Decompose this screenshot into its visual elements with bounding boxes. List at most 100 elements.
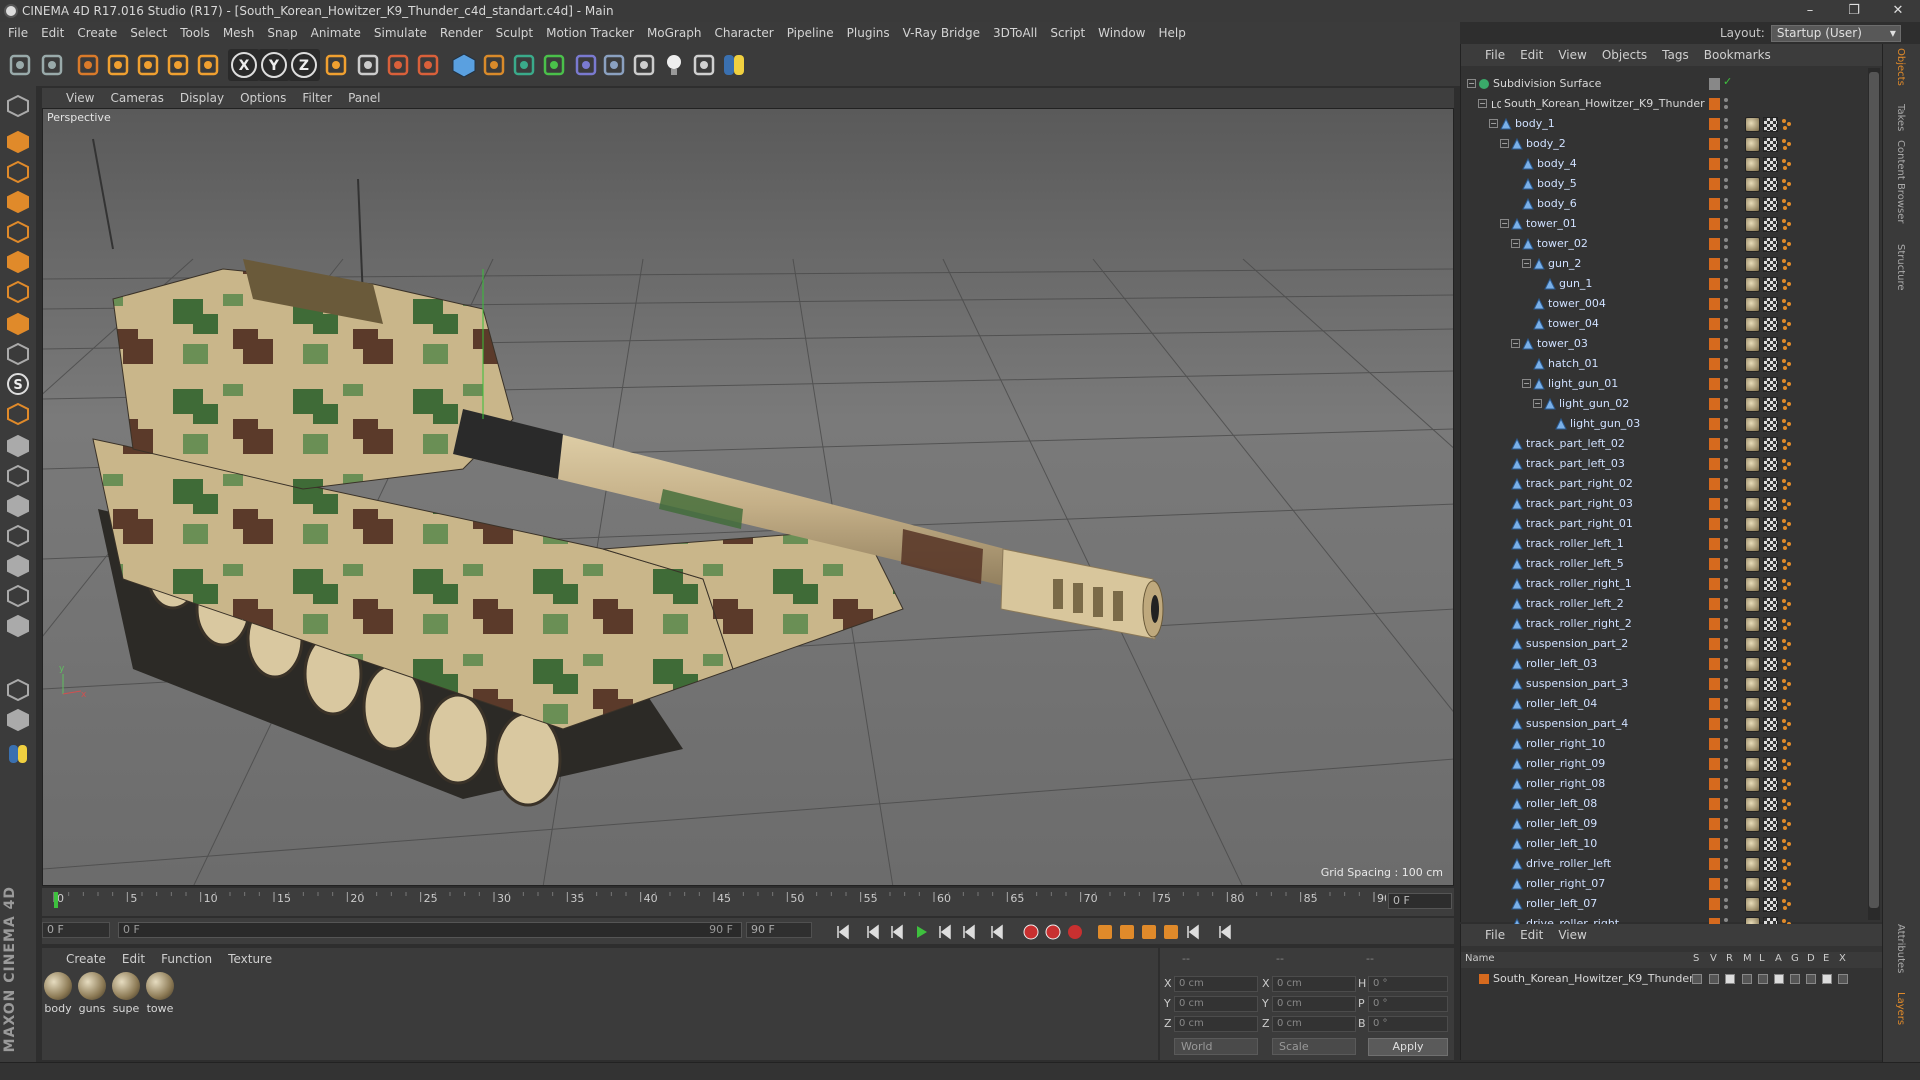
spline-icon[interactable] [2,580,34,612]
object-name[interactable]: track_part_right_02 [1526,477,1633,490]
object-row[interactable]: track_roller_left_2 [1461,594,1883,614]
phong-tag-icon[interactable] [1781,758,1793,770]
side-tab-layers[interactable]: Layers [1895,992,1906,1025]
visibility-dots-icon[interactable] [1723,237,1729,251]
phong-tag-icon[interactable] [1781,598,1793,610]
object-name[interactable]: track_part_right_01 [1526,517,1633,530]
cloner-icon[interactable] [538,49,570,81]
layer-column-v[interactable]: V [1710,953,1717,964]
previous-frame-icon[interactable] [886,921,908,943]
collapse-toggle-icon[interactable]: − [1500,139,1509,148]
coordinate-mode-select[interactable]: World [1174,1038,1258,1055]
object-row[interactable]: track_part_right_03 [1461,494,1883,514]
texture-tag-icon[interactable] [1745,337,1760,352]
phong-tag-icon[interactable] [1781,358,1793,370]
menu-3dtoall[interactable]: 3DToAll [993,26,1037,40]
texture-tag-icon[interactable] [1745,557,1760,572]
phong-tag-icon[interactable] [1781,518,1793,530]
phong-tag-icon[interactable] [1781,878,1793,890]
apply-button[interactable]: Apply [1368,1038,1448,1056]
object-row[interactable]: track_roller_right_2 [1461,614,1883,634]
layer-column-g[interactable]: G [1791,953,1799,964]
end-frame-field[interactable]: 90 F [746,922,812,938]
layer-color-swatch[interactable] [1479,974,1489,984]
uvw-tag-icon[interactable] [1763,597,1778,612]
layer-color-swatch[interactable] [1709,198,1720,210]
uvw-tag-icon[interactable] [1763,777,1778,792]
uvw-tag-icon[interactable] [1763,837,1778,852]
object-name[interactable]: gun_1 [1559,277,1592,290]
visibility-dots-icon[interactable] [1723,277,1729,291]
make-editable-icon[interactable] [2,90,34,122]
rotate-icon[interactable] [162,49,194,81]
texture-tag-icon[interactable] [1745,597,1760,612]
collapse-toggle-icon[interactable]: − [1467,79,1476,88]
z-axis-icon[interactable]: Z [288,49,320,81]
texture-tag-icon[interactable] [1745,497,1760,512]
phong-tag-icon[interactable] [1781,538,1793,550]
object-name[interactable]: suspension_part_4 [1526,717,1628,730]
uvw-tag-icon[interactable] [1763,237,1778,252]
position-field[interactable]: 0 cm [1174,976,1258,992]
menu-sculpt[interactable]: Sculpt [496,26,533,40]
texture-tag-icon[interactable] [1745,357,1760,372]
object-name[interactable]: Subdivision Surface [1493,77,1601,90]
layer-color-swatch[interactable] [1709,398,1720,410]
layer-flag-toggle[interactable] [1822,974,1832,984]
phong-tag-icon[interactable] [1781,838,1793,850]
object-row[interactable]: roller_left_09 [1461,814,1883,834]
visibility-dots-icon[interactable] [1723,97,1729,111]
phong-tag-icon[interactable] [1781,218,1793,230]
layer-column-l[interactable]: L [1759,953,1765,964]
layer-column-e[interactable]: E [1823,953,1829,964]
uvw-tag-icon[interactable] [1763,477,1778,492]
object-name[interactable]: body_6 [1537,197,1577,210]
layer-color-swatch[interactable] [1709,338,1720,350]
object-name[interactable]: tower_02 [1537,237,1588,250]
size-field[interactable]: 0 cm [1272,976,1356,992]
texture-tag-icon[interactable] [1745,617,1760,632]
uvw-tag-icon[interactable] [1763,497,1778,512]
tweak-icon[interactable] [2,338,34,370]
visibility-dots-icon[interactable] [1723,177,1729,191]
scrollbar-thumb[interactable] [1869,72,1879,908]
visibility-dots-icon[interactable] [1723,797,1729,811]
visibility-dots-icon[interactable] [1723,437,1729,451]
phong-tag-icon[interactable] [1781,778,1793,790]
object-name[interactable]: light_gun_03 [1570,417,1640,430]
object-row[interactable]: light_gun_03 [1461,414,1883,434]
uvw-tag-icon[interactable] [1763,257,1778,272]
layer-color-swatch[interactable] [1709,378,1720,390]
size-field[interactable]: 0 cm [1272,1016,1356,1032]
minimize-button[interactable]: – [1788,0,1832,22]
uvw-tag-icon[interactable] [1763,337,1778,352]
layer-color-swatch[interactable] [1709,498,1720,510]
visibility-dots-icon[interactable] [1723,317,1729,331]
object-row[interactable]: body_4 [1461,154,1883,174]
layer-name[interactable]: South_Korean_Howitzer_K9_Thunder [1493,972,1694,985]
object-row[interactable]: tower_04 [1461,314,1883,334]
visibility-dots-icon[interactable] [1723,477,1729,491]
object-row[interactable]: track_part_right_01 [1461,514,1883,534]
phong-tag-icon[interactable] [1781,578,1793,590]
phong-tag-icon[interactable] [1781,158,1793,170]
visibility-dots-icon[interactable] [1723,717,1729,731]
object-name[interactable]: South_Korean_Howitzer_K9_Thunder [1504,97,1705,110]
phong-tag-icon[interactable] [1781,858,1793,870]
menu-pipeline[interactable]: Pipeline [787,26,834,40]
move-tool-icon[interactable] [2,430,34,462]
object-row[interactable]: tower_004 [1461,294,1883,314]
lock-workplane-icon[interactable] [2,674,34,706]
layer-color-swatch[interactable] [1709,758,1720,770]
visibility-dots-icon[interactable] [1723,837,1729,851]
scale-key-icon[interactable] [1116,921,1138,943]
object-row[interactable]: − gun_2 [1461,254,1883,274]
material-menu-edit[interactable]: Edit [122,952,145,966]
object-name[interactable]: light_gun_02 [1559,397,1629,410]
visibility-dots-icon[interactable] [1723,377,1729,391]
object-name[interactable]: track_part_right_03 [1526,497,1633,510]
phong-tag-icon[interactable] [1781,378,1793,390]
extrude-icon[interactable] [2,490,34,522]
texture-tag-icon[interactable] [1745,637,1760,652]
viewport-menu-options[interactable]: Options [240,91,286,105]
